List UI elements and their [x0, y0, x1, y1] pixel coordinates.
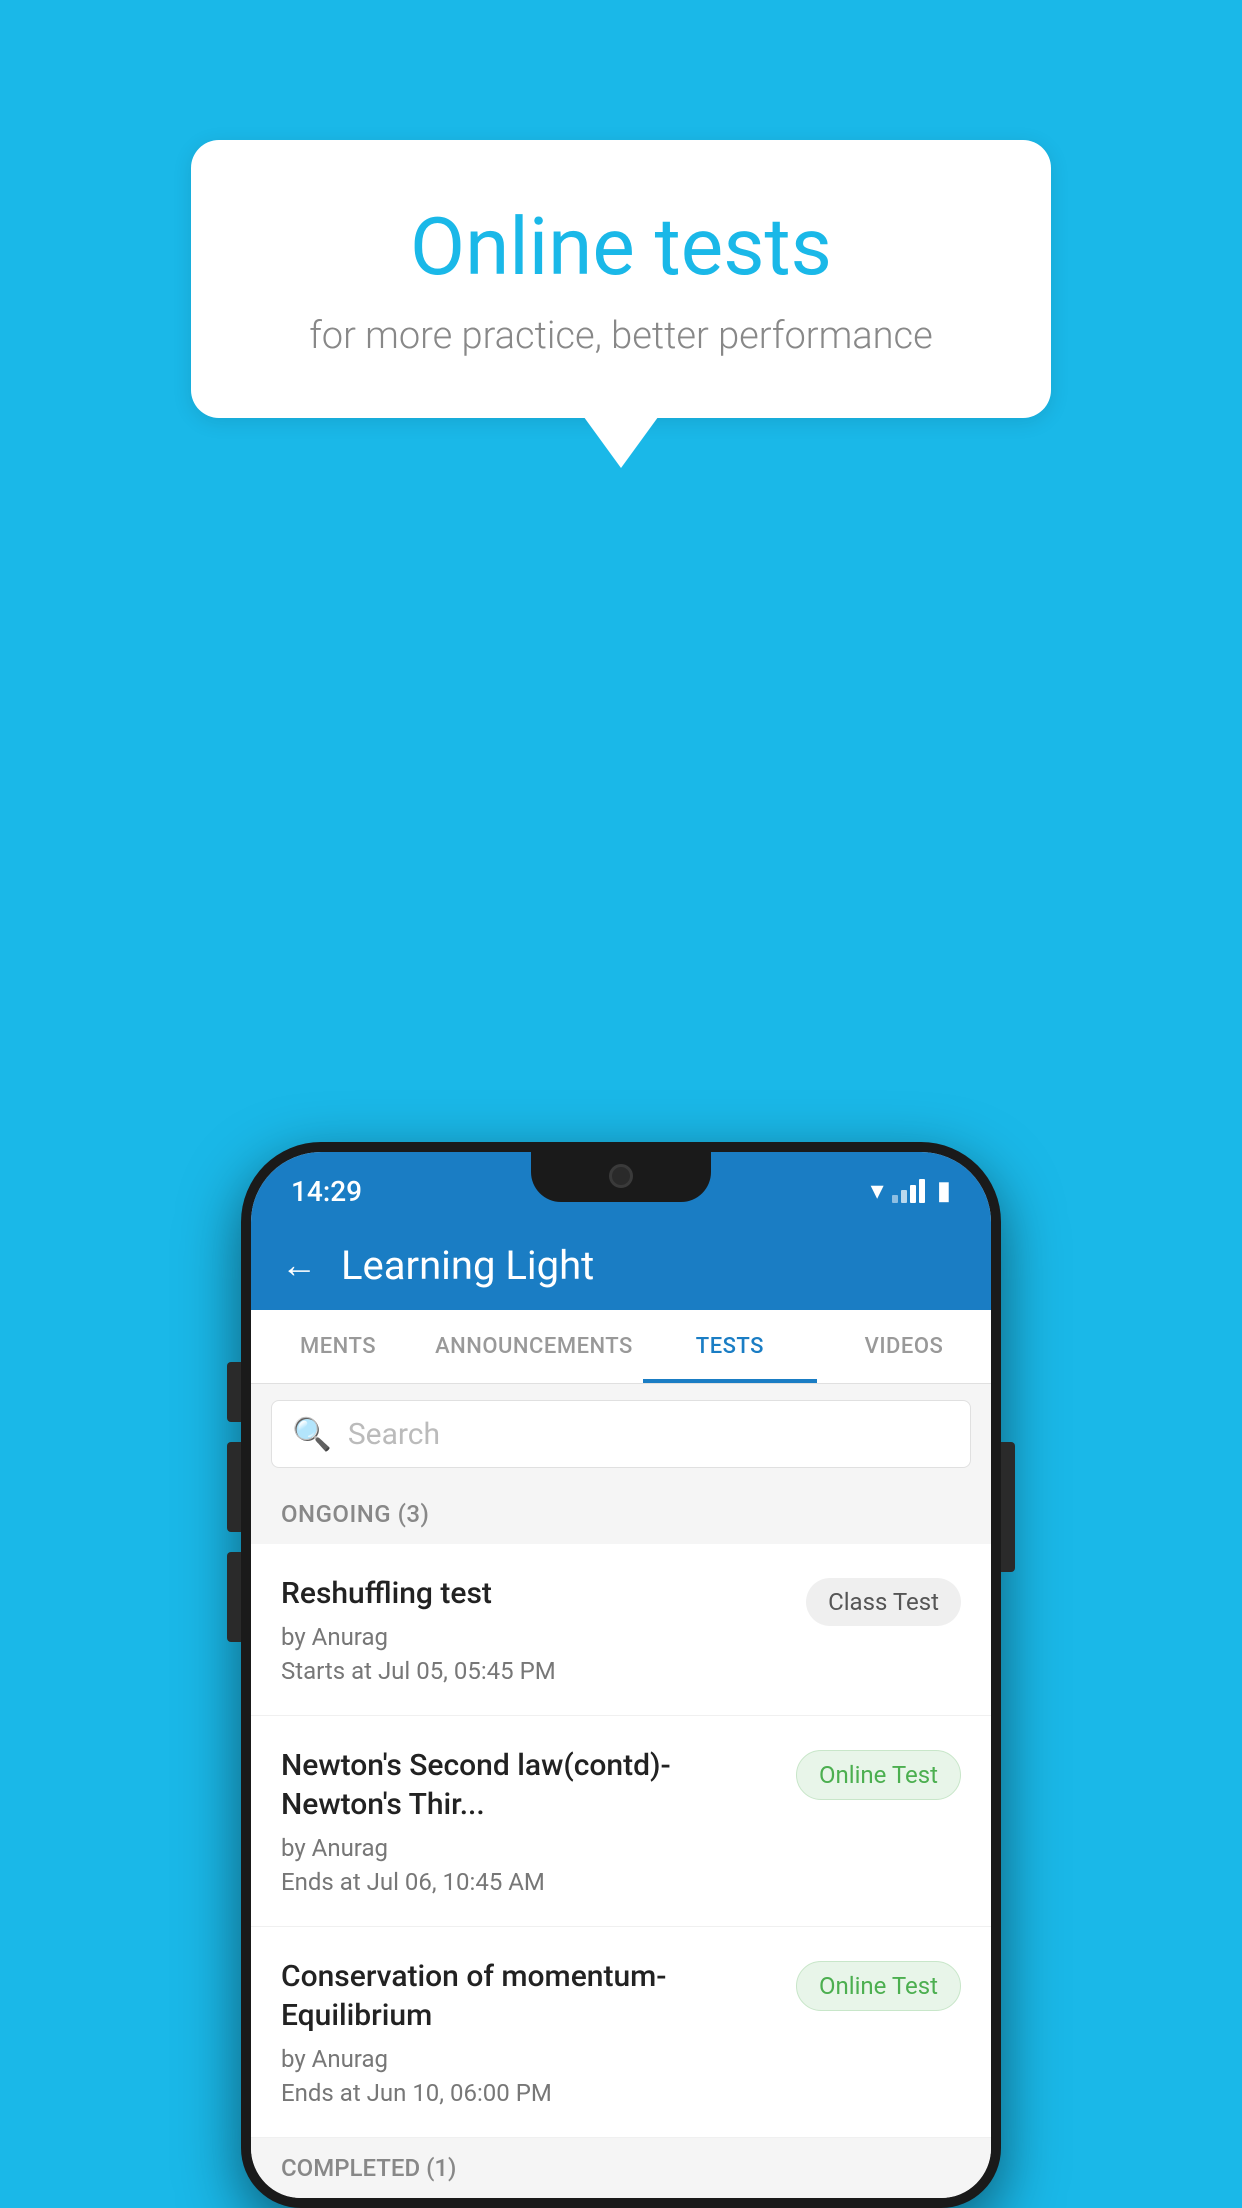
- test-item-2[interactable]: Newton's Second law(contd)-Newton's Thir…: [251, 1716, 991, 1927]
- app-header: ← Learning Light: [251, 1220, 991, 1310]
- bubble-title: Online tests: [261, 200, 981, 294]
- search-container: 🔍 Search: [251, 1384, 991, 1484]
- tab-videos[interactable]: VIDEOS: [817, 1310, 991, 1383]
- wifi-icon: ▾: [871, 1176, 884, 1206]
- speech-bubble: Online tests for more practice, better p…: [191, 140, 1051, 418]
- test-item-3[interactable]: Conservation of momentum-Equilibrium by …: [251, 1927, 991, 2138]
- search-icon: 🔍: [292, 1415, 332, 1453]
- phone-screen: 14:29 ▾ ▮ ← Learn: [251, 1152, 991, 2198]
- status-icons: ▾ ▮: [871, 1176, 951, 1206]
- tab-tests[interactable]: TESTS: [643, 1310, 817, 1383]
- test-list: Reshuffling test by Anurag Starts at Jul…: [251, 1544, 991, 2138]
- phone-wrapper: 14:29 ▾ ▮ ← Learn: [241, 1142, 1001, 2208]
- test-author-2: by Anurag: [281, 1834, 776, 1862]
- test-name-2: Newton's Second law(contd)-Newton's Thir…: [281, 1746, 776, 1824]
- completed-section-header: COMPLETED (1): [251, 2138, 991, 2198]
- tab-announcements[interactable]: ANNOUNCEMENTS: [425, 1310, 643, 1383]
- test-item-1[interactable]: Reshuffling test by Anurag Starts at Jul…: [251, 1544, 991, 1716]
- tabs-container: MENTS ANNOUNCEMENTS TESTS VIDEOS: [251, 1310, 991, 1384]
- tab-ments[interactable]: MENTS: [251, 1310, 425, 1383]
- side-button-2: [227, 1442, 241, 1532]
- test-badge-2: Online Test: [796, 1750, 961, 1800]
- status-time: 14:29: [291, 1175, 362, 1208]
- back-button[interactable]: ←: [281, 1244, 317, 1286]
- test-info-2: Newton's Second law(contd)-Newton's Thir…: [281, 1746, 796, 1896]
- test-name-3: Conservation of momentum-Equilibrium: [281, 1957, 776, 2035]
- speech-bubble-container: Online tests for more practice, better p…: [191, 140, 1051, 418]
- app-title: Learning Light: [341, 1242, 594, 1289]
- test-author-1: by Anurag: [281, 1623, 786, 1651]
- test-time-1: Starts at Jul 05, 05:45 PM: [281, 1657, 786, 1685]
- test-badge-1: Class Test: [806, 1578, 961, 1626]
- ongoing-section-header: ONGOING (3): [251, 1484, 991, 1544]
- search-input[interactable]: Search: [348, 1417, 440, 1452]
- signal-icon: [892, 1179, 925, 1203]
- phone-outer: 14:29 ▾ ▮ ← Learn: [241, 1142, 1001, 2208]
- test-time-3: Ends at Jun 10, 06:00 PM: [281, 2079, 776, 2107]
- test-author-3: by Anurag: [281, 2045, 776, 2073]
- test-badge-3: Online Test: [796, 1961, 961, 2011]
- side-button-1: [227, 1362, 241, 1422]
- side-button-3: [227, 1552, 241, 1642]
- test-info-1: Reshuffling test by Anurag Starts at Jul…: [281, 1574, 806, 1685]
- test-info-3: Conservation of momentum-Equilibrium by …: [281, 1957, 796, 2107]
- test-name-1: Reshuffling test: [281, 1574, 786, 1613]
- phone-notch: [531, 1152, 711, 1202]
- test-time-2: Ends at Jul 06, 10:45 AM: [281, 1868, 776, 1896]
- bubble-subtitle: for more practice, better performance: [261, 314, 981, 358]
- battery-icon: ▮: [937, 1176, 951, 1206]
- camera: [609, 1164, 633, 1188]
- search-bar[interactable]: 🔍 Search: [271, 1400, 971, 1468]
- side-button-right: [1001, 1442, 1015, 1572]
